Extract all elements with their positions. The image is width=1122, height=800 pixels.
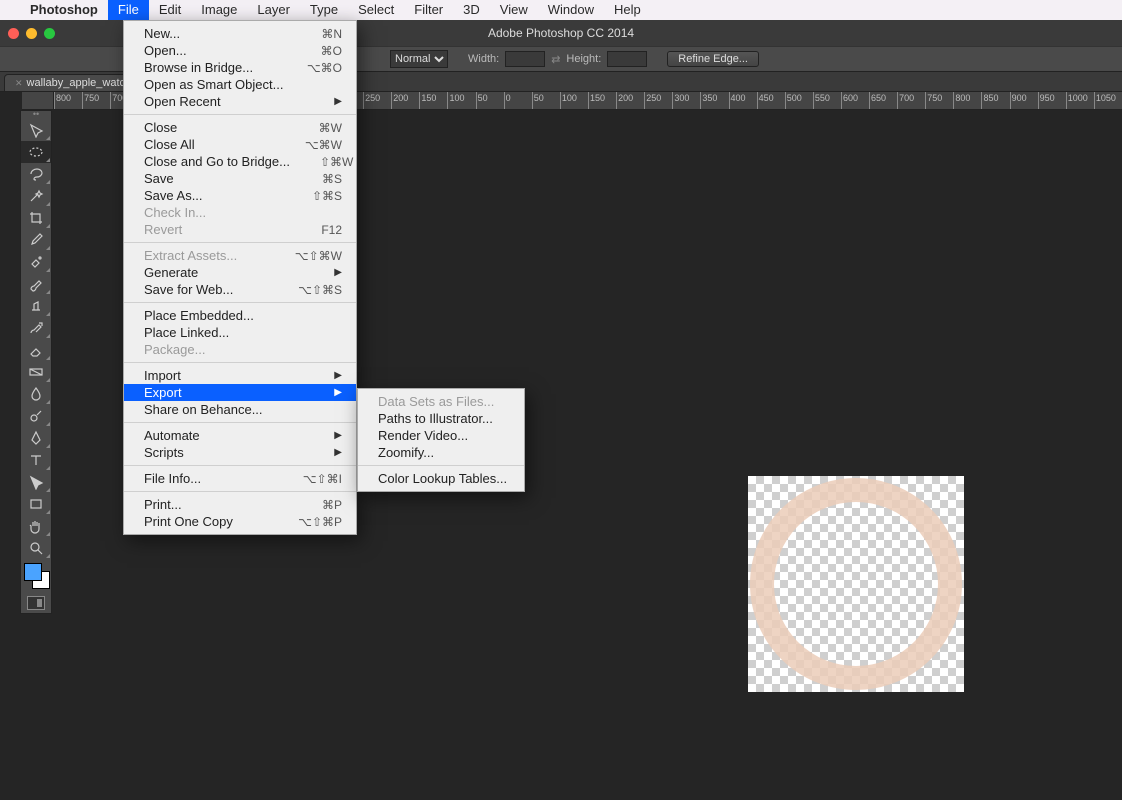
width-input[interactable] — [505, 51, 545, 67]
foreground-color-swatch[interactable] — [24, 563, 42, 581]
export-menu-item-data-sets-as-files: Data Sets as Files... — [358, 393, 524, 410]
file-menu-item-export[interactable]: Export▶ — [124, 384, 356, 401]
file-menu-item-extract-assets: Extract Assets...⌥⇧⌘W — [124, 247, 356, 264]
tools-panel[interactable]: •• — [20, 110, 52, 614]
export-submenu[interactable]: Data Sets as Files...Paths to Illustrato… — [357, 388, 525, 492]
eyedropper-tool[interactable] — [21, 229, 51, 251]
path-selection-tool[interactable] — [21, 471, 51, 493]
file-menu-item-automate[interactable]: Automate▶ — [124, 427, 356, 444]
menu-file[interactable]: File — [108, 0, 149, 20]
file-menu-dropdown[interactable]: New...⌘NOpen...⌘OBrowse in Bridge...⌥⌘OO… — [123, 20, 357, 535]
lasso-tool[interactable] — [21, 163, 51, 185]
height-input[interactable] — [607, 51, 647, 67]
marquee-tool[interactable] — [21, 141, 51, 163]
width-label: Width: — [468, 53, 499, 65]
file-menu-item-browse-in-bridge[interactable]: Browse in Bridge...⌥⌘O — [124, 59, 356, 76]
file-menu-item-scripts[interactable]: Scripts▶ — [124, 444, 356, 461]
dodge-tool[interactable] — [21, 405, 51, 427]
gradient-tool[interactable] — [21, 361, 51, 383]
export-menu-item-render-video[interactable]: Render Video... — [358, 427, 524, 444]
height-label: Height: — [566, 53, 601, 65]
quick-mask-toggle[interactable] — [21, 593, 51, 613]
file-menu-item-close-all[interactable]: Close All⌥⌘W — [124, 136, 356, 153]
menu-filter[interactable]: Filter — [404, 0, 453, 20]
file-menu-item-check-in: Check In... — [124, 204, 356, 221]
file-menu-item-open-as-smart-object[interactable]: Open as Smart Object... — [124, 76, 356, 93]
rectangle-tool[interactable] — [21, 493, 51, 515]
ring-shape — [748, 476, 964, 692]
pen-tool[interactable] — [21, 427, 51, 449]
tools-panel-handle[interactable]: •• — [21, 111, 51, 119]
color-swatches[interactable] — [21, 559, 51, 593]
menu-window[interactable]: Window — [538, 0, 604, 20]
file-menu-item-revert: RevertF12 — [124, 221, 356, 238]
file-menu-item-generate[interactable]: Generate▶ — [124, 264, 356, 281]
file-menu-item-save-for-web[interactable]: Save for Web...⌥⇧⌘S — [124, 281, 356, 298]
file-menu-item-save-as[interactable]: Save As...⇧⌘S — [124, 187, 356, 204]
menu-help[interactable]: Help — [604, 0, 651, 20]
export-menu-item-zoomify[interactable]: Zoomify... — [358, 444, 524, 461]
file-menu-item-open[interactable]: Open...⌘O — [124, 42, 356, 59]
magic-wand-tool[interactable] — [21, 185, 51, 207]
history-brush-tool[interactable] — [21, 317, 51, 339]
refine-edge-button[interactable]: Refine Edge... — [667, 51, 759, 67]
menu-layer[interactable]: Layer — [247, 0, 300, 20]
file-menu-item-print[interactable]: Print...⌘P — [124, 496, 356, 513]
type-tool[interactable] — [21, 449, 51, 471]
window-minimize-button[interactable] — [26, 28, 37, 39]
window-close-button[interactable] — [8, 28, 19, 39]
file-menu-item-package: Package... — [124, 341, 356, 358]
file-menu-item-place-linked[interactable]: Place Linked... — [124, 324, 356, 341]
menu-select[interactable]: Select — [348, 0, 404, 20]
menu-edit[interactable]: Edit — [149, 0, 191, 20]
zoom-tool[interactable] — [21, 537, 51, 559]
export-menu-item-paths-to-illustrator[interactable]: Paths to Illustrator... — [358, 410, 524, 427]
brush-tool[interactable] — [21, 273, 51, 295]
menu-3d[interactable]: 3D — [453, 0, 490, 20]
document-canvas[interactable] — [748, 476, 964, 692]
menu-image[interactable]: Image — [191, 0, 247, 20]
hand-tool[interactable] — [21, 515, 51, 537]
clone-stamp-tool[interactable] — [21, 295, 51, 317]
file-menu-item-place-embedded[interactable]: Place Embedded... — [124, 307, 356, 324]
app-menu[interactable]: Photoshop — [20, 0, 108, 20]
file-menu-item-new[interactable]: New...⌘N — [124, 25, 356, 42]
document-tab[interactable]: ✕wallaby_apple_watch — [4, 74, 142, 91]
crop-tool[interactable] — [21, 207, 51, 229]
file-menu-item-print-one-copy[interactable]: Print One Copy⌥⇧⌘P — [124, 513, 356, 530]
file-menu-item-file-info[interactable]: File Info...⌥⇧⌘I — [124, 470, 356, 487]
blur-tool[interactable] — [21, 383, 51, 405]
healing-brush-tool[interactable] — [21, 251, 51, 273]
move-tool[interactable] — [21, 119, 51, 141]
ruler-origin[interactable] — [22, 92, 54, 110]
file-menu-item-share-on-behance[interactable]: Share on Behance... — [124, 401, 356, 418]
menu-type[interactable]: Type — [300, 0, 348, 20]
file-menu-item-close-and-go-to-bridge[interactable]: Close and Go to Bridge...⇧⌘W — [124, 153, 356, 170]
file-menu-item-import[interactable]: Import▶ — [124, 367, 356, 384]
eraser-tool[interactable] — [21, 339, 51, 361]
file-menu-item-close[interactable]: Close⌘W — [124, 119, 356, 136]
file-menu-item-save[interactable]: Save⌘S — [124, 170, 356, 187]
export-menu-item-color-lookup-tables[interactable]: Color Lookup Tables... — [358, 470, 524, 487]
blend-mode-select[interactable]: Normal — [390, 50, 448, 68]
window-zoom-button[interactable] — [44, 28, 55, 39]
menu-view[interactable]: View — [490, 0, 538, 20]
file-menu-item-open-recent[interactable]: Open Recent▶ — [124, 93, 356, 110]
mac-menubar: Photoshop FileEditImageLayerTypeSelectFi… — [0, 0, 1122, 20]
